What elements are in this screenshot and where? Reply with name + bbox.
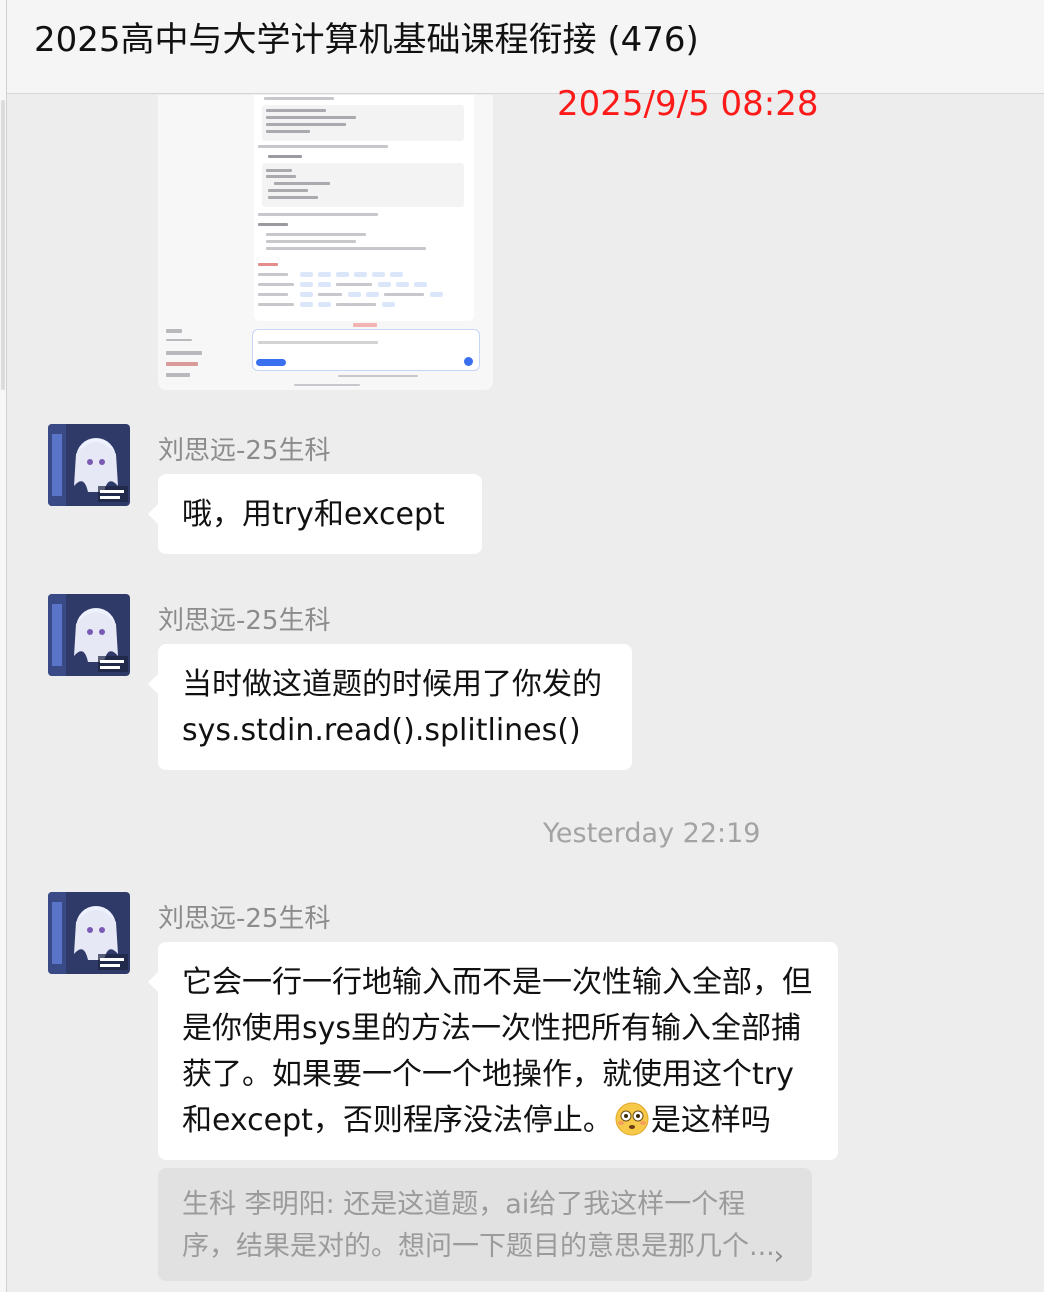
image-sidebar-line [166, 329, 182, 333]
message-text: 是你使用sys里的方法一次性把所有输入全部捕 [182, 1011, 802, 1046]
image-ref-chip [430, 292, 443, 297]
image-ref-chip [348, 292, 361, 297]
image-text-line [336, 303, 376, 306]
sender-name: 刘思远-25生科 [158, 436, 331, 466]
image-code-line [274, 182, 330, 185]
left-panel-edge [0, 0, 7, 1292]
image-footer-line [294, 384, 360, 386]
message-text: 它会一行一行地输入而不是一次性输入全部，但 [182, 965, 812, 1000]
image-text-line [266, 247, 426, 250]
message-bubble[interactable]: 哦，用try和except [148, 474, 482, 554]
sender-name: 刘思远-25生科 [158, 904, 331, 934]
image-ref-chip [414, 282, 427, 287]
image-ref-chip [372, 272, 385, 277]
image-text-line [336, 283, 372, 286]
image-ref-chip [300, 272, 313, 277]
image-text-line [258, 223, 288, 226]
image-text-line [384, 293, 424, 296]
quoted-text: 序，结果是对的。想问一下题目的意思是那几个... [182, 1231, 775, 1262]
message-text: 哦，用try和except [182, 497, 445, 532]
quoted-text: 生科 李明阳: 还是这道题，ai给了我这样一个程 [182, 1189, 746, 1220]
avatar[interactable] [48, 424, 130, 506]
image-code-line [266, 169, 292, 172]
image-text-line [258, 293, 288, 296]
image-ref-chip [396, 282, 409, 287]
image-message[interactable] [158, 95, 493, 390]
image-sidebar-item [166, 351, 202, 355]
image-code-line [268, 196, 318, 199]
image-sidebar-item [166, 373, 190, 377]
image-code-line [266, 123, 346, 126]
chevron-right-icon: › [773, 1241, 784, 1271]
image-text-line [258, 273, 288, 276]
date-stamp-annotation: 2025/9/5 08:28 [557, 84, 819, 124]
scrollbar-thumb[interactable] [1, 100, 5, 390]
image-text-line [264, 97, 334, 100]
quoted-message[interactable]: 生科 李明阳: 还是这道题，ai给了我这样一个程 序，结果是对的。想问一下题目的… [158, 1168, 812, 1281]
image-send-icon [464, 357, 473, 366]
image-code-line [266, 175, 296, 178]
image-sidebar-item [166, 362, 198, 366]
image-text-line [258, 263, 278, 266]
image-code-line [266, 109, 326, 112]
image-text-line [266, 233, 366, 236]
image-ref-chip [366, 292, 379, 297]
image-ref-chip [318, 302, 331, 307]
image-new-chat-label [353, 323, 377, 327]
image-footer-line [338, 375, 418, 377]
image-code-line [268, 189, 308, 192]
image-input-box [252, 329, 480, 371]
image-code-block [262, 163, 464, 207]
time-separator: Yesterday 22:19 [543, 818, 761, 849]
message-text: 当时做这道题的时候用了你发的 [182, 667, 602, 702]
image-text-line [266, 240, 356, 243]
message-text: sys.stdin.read().splitlines() [182, 713, 581, 748]
message-text: 获了。如果要一个一个地操作，就使用这个try [182, 1057, 794, 1092]
image-code-line [266, 116, 356, 119]
image-text-line [258, 145, 388, 148]
image-ref-chip [390, 272, 403, 277]
flushed-face-icon [615, 1102, 649, 1136]
image-ref-chip [318, 282, 331, 287]
image-text-line [258, 303, 294, 306]
message-text: 和except，否则程序没法停止。 [182, 1103, 613, 1138]
image-ref-chip [318, 272, 331, 277]
message-bubble[interactable]: 当时做这道题的时候用了你发的 sys.stdin.read().splitlin… [148, 644, 632, 770]
image-text-line [318, 293, 342, 296]
avatar[interactable] [48, 594, 130, 676]
image-ref-chip [300, 292, 313, 297]
image-ref-chip [382, 302, 395, 307]
image-mode-chip [256, 359, 286, 366]
image-ref-chip [300, 282, 313, 287]
image-ref-chip [336, 272, 349, 277]
image-text-line [258, 283, 294, 286]
image-input-placeholder [258, 341, 378, 344]
image-text-line [258, 213, 378, 216]
image-ref-chip [300, 302, 313, 307]
message-text: 是这样吗 [650, 1103, 771, 1138]
image-sidebar-line [166, 339, 192, 341]
image-ref-chip [378, 282, 391, 287]
sender-name: 刘思远-25生科 [158, 606, 331, 636]
image-code-line [266, 130, 310, 133]
avatar[interactable] [48, 892, 130, 974]
message-text-last-line: 和except，否则程序没法停止。 是这样吗 [182, 1098, 814, 1144]
chat-title: 2025高中与大学计算机基础课程衔接 (476) [34, 20, 699, 60]
message-bubble[interactable]: 它会一行一行地输入而不是一次性输入全部，但 是你使用sys里的方法一次性把所有输… [148, 942, 838, 1160]
image-ref-chip [354, 272, 367, 277]
image-text-line [268, 155, 302, 158]
